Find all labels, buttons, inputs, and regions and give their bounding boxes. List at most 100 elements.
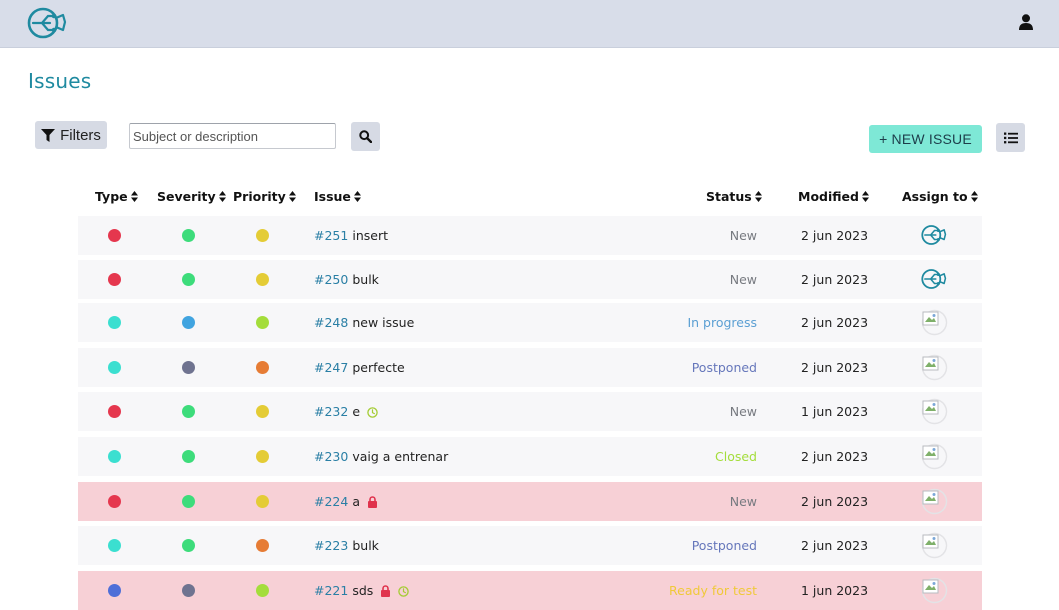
filters-button[interactable]: Filters [35,121,107,149]
assignee-avatar[interactable] [921,577,948,604]
assignee-avatar[interactable] [921,532,948,559]
search-input[interactable] [129,123,336,149]
status-label[interactable]: New [730,482,757,521]
type-indicator[interactable] [108,495,121,508]
issue-ref-link[interactable]: #232 [314,404,348,419]
clock-icon [398,585,410,597]
assignee-project-logo[interactable] [921,266,948,293]
priority-indicator[interactable] [256,316,269,329]
priority-indicator[interactable] [256,361,269,374]
severity-indicator[interactable] [182,450,195,463]
status-label[interactable]: Postponed [692,348,757,387]
issue-subject-link[interactable]: new issue [352,315,414,330]
issue-cell: #230 vaig a entrenar [314,437,448,476]
issue-subject-link[interactable]: bulk [352,272,379,287]
column-header-assign-to[interactable]: Assign to [902,189,978,204]
column-header-modified[interactable]: Modified [798,189,869,204]
type-indicator[interactable] [108,229,121,242]
table-row[interactable]: #232 e New 1 jun 2023 [78,392,982,431]
issue-ref-link[interactable]: #250 [314,272,348,287]
priority-indicator[interactable] [256,495,269,508]
assignee-avatar[interactable] [921,443,948,470]
user-icon[interactable] [1019,14,1033,30]
issue-subject-link[interactable]: e [352,404,360,419]
issue-ref-link[interactable]: #223 [314,538,348,553]
column-header-issue[interactable]: Issue [314,189,361,204]
type-indicator[interactable] [108,539,121,552]
status-label[interactable]: Postponed [692,526,757,565]
priority-indicator[interactable] [256,229,269,242]
list-view-button[interactable] [996,123,1025,152]
issue-cell: #223 bulk [314,526,379,565]
table-row[interactable]: #224 a New 2 jun 2023 [78,482,982,521]
table-row[interactable]: #230 vaig a entrenar Closed 2 jun 2023 [78,437,982,476]
issue-ref-link[interactable]: #230 [314,449,348,464]
table-row[interactable]: #221 sds Ready for test 1 jun 2023 [78,571,982,610]
column-label: Assign to [902,189,968,204]
severity-indicator[interactable] [182,229,195,242]
severity-indicator[interactable] [182,405,195,418]
issue-subject-link[interactable]: vaig a entrenar [352,449,448,464]
assignee-avatar[interactable] [921,488,948,515]
column-header-type[interactable]: Type [95,189,138,204]
severity-indicator[interactable] [182,495,195,508]
status-label[interactable]: New [730,392,757,431]
modified-date: 2 jun 2023 [801,494,869,509]
priority-indicator[interactable] [256,539,269,552]
issue-ref-link[interactable]: #248 [314,315,348,330]
type-indicator[interactable] [108,361,121,374]
type-indicator[interactable] [108,316,121,329]
severity-indicator[interactable] [182,584,195,597]
status-label[interactable]: New [730,216,757,255]
priority-indicator[interactable] [256,584,269,597]
issue-cell: #248 new issue [314,303,414,342]
issue-subject-link[interactable]: perfecte [352,360,404,375]
modified-date: 2 jun 2023 [801,449,869,464]
project-logo[interactable] [27,6,69,40]
issue-subject-link[interactable]: bulk [352,538,379,553]
table-row[interactable]: #251 insert New 2 jun 2023 [78,216,982,255]
issue-cell: #250 bulk [314,260,379,299]
sort-icon [218,191,226,202]
sort-icon [130,191,138,202]
status-label[interactable]: Closed [715,437,757,476]
priority-indicator[interactable] [256,450,269,463]
search-button[interactable] [351,122,380,151]
type-indicator[interactable] [108,450,121,463]
status-label[interactable]: In progress [687,303,757,342]
issue-subject-link[interactable]: insert [352,228,388,243]
priority-indicator[interactable] [256,273,269,286]
table-row[interactable]: #248 new issue In progress 2 jun 2023 [78,303,982,342]
status-label[interactable]: Ready for test [669,571,757,610]
issue-cell: #221 sds [314,571,410,610]
table-row[interactable]: #247 perfecte Postponed 2 jun 2023 [78,348,982,387]
assignee-avatar[interactable] [921,309,948,336]
type-indicator[interactable] [108,405,121,418]
column-header-priority[interactable]: Priority [233,189,296,204]
column-header-status[interactable]: Status [706,189,762,204]
column-label: Priority [233,189,286,204]
issue-ref-link[interactable]: #251 [314,228,348,243]
priority-indicator[interactable] [256,405,269,418]
modified-date: 2 jun 2023 [801,315,869,330]
table-row[interactable]: #223 bulk Postponed 2 jun 2023 [78,526,982,565]
assignee-project-logo[interactable] [921,222,948,249]
severity-indicator[interactable] [182,273,195,286]
type-indicator[interactable] [108,273,121,286]
issue-ref-link[interactable]: #224 [314,494,348,509]
severity-indicator[interactable] [182,316,195,329]
table-row[interactable]: #250 bulk New 2 jun 2023 [78,260,982,299]
issue-subject-link[interactable]: a [352,494,360,509]
assignee-avatar[interactable] [921,398,948,425]
column-label: Modified [798,189,859,204]
severity-indicator[interactable] [182,361,195,374]
modified-date: 1 jun 2023 [801,404,869,419]
column-header-severity[interactable]: Severity [157,189,226,204]
type-indicator[interactable] [108,584,121,597]
issue-ref-link[interactable]: #247 [314,360,348,375]
new-issue-button[interactable]: + NEW ISSUE [869,125,982,153]
modified-date: 2 jun 2023 [801,228,869,243]
status-label[interactable]: New [730,260,757,299]
severity-indicator[interactable] [182,539,195,552]
assignee-avatar[interactable] [921,354,948,381]
